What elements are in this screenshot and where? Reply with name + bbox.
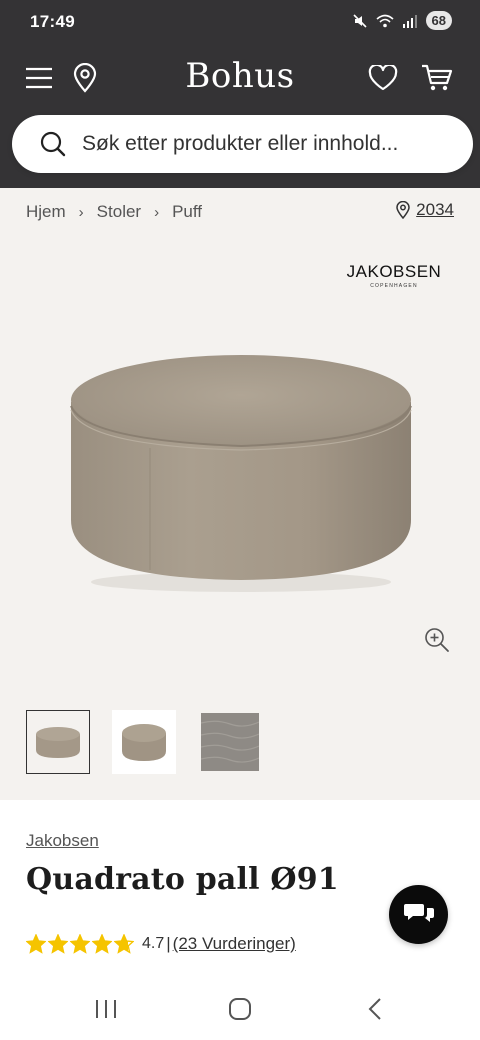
thumbnail-ottoman-angle-image (122, 724, 166, 761)
product-brand-link[interactable]: Jakobsen (26, 831, 99, 851)
thumbnail-ottoman-image (36, 727, 80, 758)
status-bar: 17:49 68 (0, 0, 480, 48)
rating-separator: | (166, 934, 171, 953)
store-number[interactable]: 2034 (416, 200, 454, 220)
chevron-right-icon: › (154, 203, 160, 221)
breadcrumb: Hjem › Stoler › Puff (26, 200, 202, 224)
thumbnail-gallery (26, 710, 262, 774)
back-button[interactable] (355, 994, 395, 1024)
rating-stars (26, 934, 134, 954)
breadcrumb-item-hjem[interactable]: Hjem (26, 202, 66, 222)
search-icon[interactable] (40, 131, 66, 157)
star-icon (70, 934, 90, 954)
site-logo[interactable]: Bohus (0, 56, 480, 96)
chat-button[interactable] (389, 885, 448, 944)
recents-button[interactable] (86, 994, 126, 1024)
home-button[interactable] (220, 994, 260, 1024)
breadcrumb-item-puff[interactable]: Puff (172, 202, 202, 222)
thumbnail-2[interactable] (112, 710, 176, 774)
star-icon (114, 934, 134, 954)
star-icon (92, 934, 112, 954)
status-time: 17:49 (30, 12, 75, 31)
status-icons: 68 (352, 11, 452, 30)
star-icon (48, 934, 68, 954)
thumbnail-1[interactable] (26, 710, 90, 774)
product-title: Quadrato pall Ø91 (26, 862, 339, 897)
heart-icon (368, 65, 398, 91)
home-icon (229, 998, 251, 1020)
chevron-right-icon: › (78, 203, 84, 221)
star-icon (26, 934, 46, 954)
search-bar[interactable] (12, 115, 473, 173)
search-input[interactable] (82, 115, 452, 173)
brand-logo-sub: COPENHAGEN (370, 283, 418, 289)
wishlist-button[interactable] (365, 60, 401, 96)
thumbnail-3[interactable] (198, 710, 262, 774)
mute-icon (352, 13, 367, 28)
location-pin-icon (396, 201, 410, 219)
zoom-in-icon[interactable] (423, 626, 451, 654)
back-icon (368, 998, 381, 1020)
wifi-icon (376, 14, 394, 27)
signal-icon (402, 14, 417, 28)
breadcrumb-item-stoler[interactable]: Stoler (97, 202, 141, 222)
product-rating[interactable]: 4.7 | (23 Vurderinger) (26, 934, 296, 954)
rating-value: 4.7 (142, 935, 165, 952)
product-image[interactable] (55, 330, 425, 600)
recents-icon (96, 1000, 116, 1018)
battery-indicator: 68 (425, 11, 452, 30)
cart-button[interactable] (419, 60, 455, 96)
brand-logo: JAKOBSEN COPENHAGEN (344, 262, 444, 289)
system-nav-bar (0, 978, 480, 1040)
chat-icon (403, 903, 434, 922)
store-selector[interactable]: 2034 (396, 200, 454, 220)
brand-logo-name: JAKOBSEN (346, 262, 442, 281)
reviews-link[interactable]: (23 Vurderinger) (173, 934, 296, 954)
cart-icon (422, 64, 453, 91)
thumbnail-fabric-image (201, 713, 259, 771)
